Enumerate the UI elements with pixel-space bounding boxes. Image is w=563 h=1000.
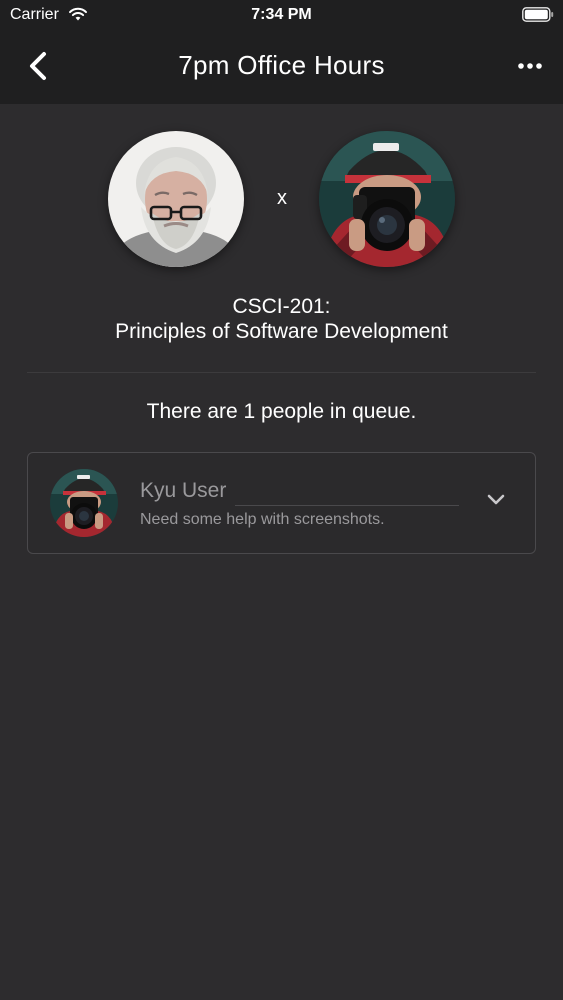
- navigation-bar: 7pm Office Hours: [0, 30, 563, 104]
- versus-separator: x: [277, 187, 287, 209]
- section-divider: [27, 372, 536, 373]
- queue-user-message: Need some help with screenshots.: [140, 511, 385, 528]
- course-code: CSCI-201:: [232, 295, 331, 318]
- student-avatar: [319, 131, 455, 267]
- page-title: 7pm Office Hours: [178, 50, 385, 80]
- name-underline: [235, 505, 459, 506]
- more-horizontal-icon[interactable]: [517, 56, 543, 76]
- status-time: 7:34 PM: [251, 6, 312, 23]
- queue-user-name: Kyu User: [140, 479, 227, 502]
- chevron-down-icon[interactable]: [486, 493, 506, 507]
- instructor-avatar: [108, 131, 244, 267]
- queue-summary: There are 1 people in queue.: [146, 400, 417, 423]
- queue-item[interactable]: Kyu User Need some help with screenshots…: [27, 452, 536, 554]
- course-name: Principles of Software Development: [115, 320, 448, 343]
- status-bar: Carrier 7:34 PM: [0, 0, 563, 30]
- battery-icon: [522, 7, 554, 22]
- queue-user-avatar: [50, 469, 118, 537]
